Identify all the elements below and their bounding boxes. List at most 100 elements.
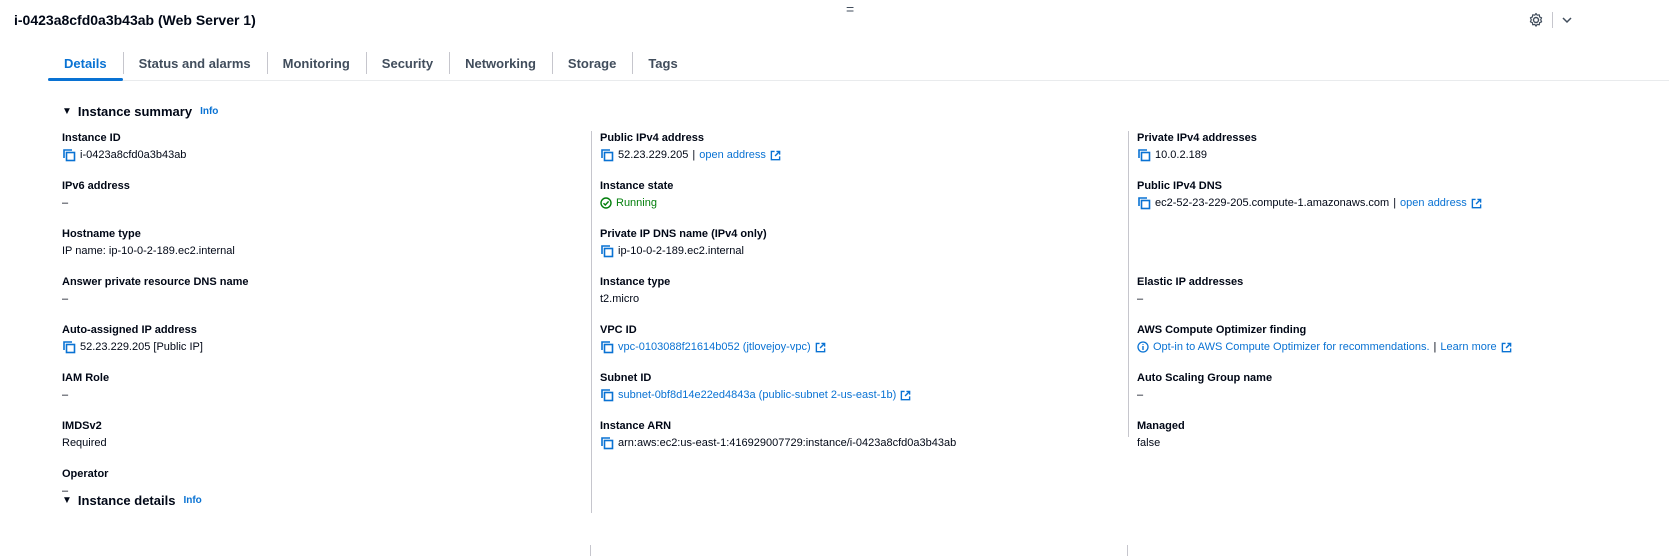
copy-icon[interactable] [600,148,614,162]
field-label: Answer private resource DNS name [62,276,249,288]
external-link-icon[interactable] [815,342,826,353]
section-title: Instance details [77,493,176,508]
separator: | [1433,341,1437,353]
caret-down-icon: ▼ [62,106,72,117]
field-vpc-id: VPC ID vpc-0103088f21614b052 (jtlovejoy-… [600,323,1091,371]
field-value: – [1137,389,1144,401]
field-label: Instance ID [62,132,121,144]
tab-networking[interactable]: Networking [449,50,552,76]
tab-storage[interactable]: Storage [551,50,632,76]
field-label: Auto Scaling Group name [1137,372,1273,384]
column-divider [590,545,591,556]
field-auto-assigned-ip: Auto-assigned IP address 52.23.229.205 [… [62,323,582,371]
tab-monitoring[interactable]: Monitoring [266,50,366,76]
copy-icon[interactable] [600,244,614,258]
field-value: 10.0.2.189 [1155,149,1207,161]
field-label: IAM Role [62,372,110,384]
field-compute-optimizer: AWS Compute Optimizer finding Opt-in to … [1137,323,1648,371]
instance-details-header[interactable]: ▼ Instance details Info [62,493,202,508]
status-running-icon [600,197,612,209]
separator: | [1393,197,1397,209]
chevron-down-icon[interactable] [1561,14,1573,26]
field-value: ip-10-0-2-189.ec2.internal [618,245,744,257]
field-label: IMDSv2 [62,420,102,432]
info-circle-icon [1137,341,1149,353]
external-link-icon[interactable] [900,390,911,401]
vpc-link[interactable]: vpc-0103088f21614b052 (jtlovejoy-vpc) [618,340,811,354]
field-subnet-id: Subnet ID subnet-0bf8d14e22ed4843a (publ… [600,371,1091,419]
field-label: VPC ID [600,324,637,336]
field-label: Elastic IP addresses [1137,276,1244,288]
tab-details[interactable]: Details [48,50,123,81]
field-answer-private-dns: Answer private resource DNS name – [62,275,582,323]
summary-column-2: Public IPv4 address 52.23.229.205 | open… [591,131,1091,513]
field-instance-state: Instance state Running [600,179,1091,227]
copy-icon[interactable] [62,340,76,354]
field-value: Required [62,437,107,449]
header-actions [1528,12,1573,28]
tab-security[interactable]: Security [365,50,449,76]
status-text: Running [616,197,657,209]
summary-column-3: Private IPv4 addresses 10.0.2.189 Public… [1128,131,1648,449]
field-label: Instance ARN [600,420,672,432]
gear-icon[interactable] [1528,12,1544,28]
field-value: ec2-52-23-229-205.compute-1.amazonaws.co… [1155,197,1390,209]
field-private-ipv4: Private IPv4 addresses 10.0.2.189 [1137,131,1648,179]
info-link[interactable]: Info [183,495,201,506]
field-value: 52.23.229.205 [Public IP] [80,341,203,353]
field-label: Instance state [600,180,674,192]
field-label: Hostname type [62,228,141,240]
external-link-icon[interactable] [1471,198,1482,209]
field-instance-arn: Instance ARN arn:aws:ec2:us-east-1:41692… [600,419,1091,467]
field-label: Operator [62,468,109,480]
field-label: Auto-assigned IP address [62,324,197,336]
field-value: IP name: ip-10-0-2-189.ec2.internal [62,245,235,257]
field-label: Instance type [600,276,671,288]
field-instance-id: Instance ID i-0423a8cfd0a3b43ab [62,131,582,179]
tab-status-and-alarms[interactable]: Status and alarms [122,50,267,76]
divider [1552,12,1553,28]
field-value: arn:aws:ec2:us-east-1:416929007729:insta… [618,437,957,449]
page-title: i-0423a8cfd0a3b43ab (Web Server 1) [14,12,256,28]
field-label: Managed [1137,420,1185,432]
copy-icon[interactable] [600,436,614,450]
field-label: Private IPv4 addresses [1137,132,1257,144]
open-address-link[interactable]: open address [1400,196,1467,210]
field-auto-scaling-group: Auto Scaling Group name – [1137,371,1648,419]
external-link-icon[interactable] [770,150,781,161]
field-value: – [62,389,69,401]
tab-tags[interactable]: Tags [632,50,693,76]
field-value: – [62,197,69,209]
copy-icon[interactable] [62,148,76,162]
panel-drag-handle[interactable]: = [846,1,854,17]
field-ipv6-address: IPv6 address – [62,179,582,227]
field-label: IPv6 address [62,180,130,192]
field-label: AWS Compute Optimizer finding [1137,324,1307,336]
copy-icon[interactable] [1137,148,1151,162]
copy-icon[interactable] [1137,196,1151,210]
external-link-icon[interactable] [1501,342,1512,353]
empty-field [1137,227,1648,275]
subnet-link[interactable]: subnet-0bf8d14e22ed4843a (public-subnet … [618,388,896,402]
field-imdsv2: IMDSv2 Required [62,419,582,467]
open-address-link[interactable]: open address [699,148,766,162]
field-value: false [1137,437,1161,449]
separator: | [692,149,696,161]
column-divider [1127,545,1128,556]
field-elastic-ip: Elastic IP addresses – [1137,275,1648,323]
field-iam-role: IAM Role – [62,371,582,419]
caret-down-icon: ▼ [62,495,72,506]
detail-tabs: Details Status and alarms Monitoring Sec… [48,50,1669,81]
section-title: Instance summary [77,104,193,119]
field-private-ip-dns: Private IP DNS name (IPv4 only) ip-10-0-… [600,227,1091,275]
copy-icon[interactable] [600,388,614,402]
instance-summary-header[interactable]: ▼ Instance summary Info [62,104,218,119]
copy-icon[interactable] [600,340,614,354]
field-public-ipv4: Public IPv4 address 52.23.229.205 | open… [600,131,1091,179]
field-label: Subnet ID [600,372,652,384]
compute-optimizer-link[interactable]: Opt-in to AWS Compute Optimizer for reco… [1153,340,1430,354]
field-instance-type: Instance type t2.micro [600,275,1091,323]
field-label: Private IP DNS name (IPv4 only) [600,228,767,240]
learn-more-link[interactable]: Learn more [1440,340,1496,354]
info-link[interactable]: Info [200,106,218,117]
